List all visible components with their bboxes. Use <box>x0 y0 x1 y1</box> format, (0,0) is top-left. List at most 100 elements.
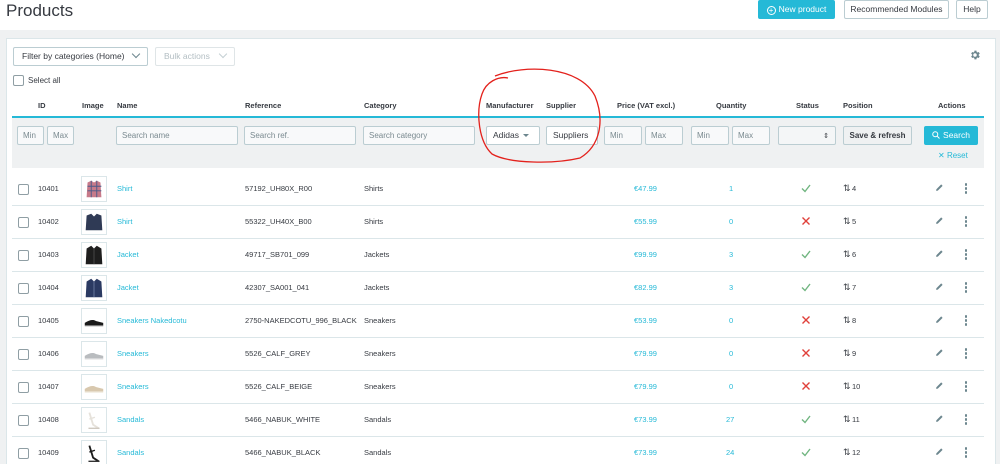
table-row[interactable]: 10408 Sandals 5466_NABUK_WHITE Sandals €73.9… <box>12 404 984 437</box>
product-quantity[interactable]: 3 <box>729 283 733 292</box>
new-product-button[interactable]: + New product <box>758 0 835 19</box>
product-name-link[interactable]: Jacket <box>117 283 139 292</box>
pencil-icon[interactable] <box>935 249 944 258</box>
row-checkbox[interactable] <box>18 382 29 393</box>
col-position[interactable]: Position <box>843 101 873 110</box>
table-row[interactable]: 10402 Shirt 55322_UH40X_B00 Shirts €55.99 0 ⇅ 5 <box>12 206 984 239</box>
more-actions-icon[interactable] <box>964 447 968 459</box>
save-refresh-button[interactable]: Save & refresh <box>843 126 912 145</box>
check-icon[interactable] <box>801 447 811 457</box>
status-select[interactable]: ⇕ <box>778 126 836 145</box>
search-button[interactable]: Search <box>924 126 978 145</box>
product-price[interactable]: €55.99 <box>634 217 657 226</box>
select-all-checkbox[interactable] <box>13 75 24 86</box>
row-checkbox[interactable] <box>18 217 29 228</box>
recommended-modules-button[interactable]: Recommended Modules <box>844 0 949 19</box>
drag-sort-icon[interactable]: ⇅ <box>843 282 851 293</box>
col-id[interactable]: ID <box>38 101 46 110</box>
check-icon[interactable] <box>801 249 811 259</box>
drag-sort-icon[interactable]: ⇅ <box>843 348 851 359</box>
more-actions-icon[interactable] <box>964 216 968 228</box>
check-icon[interactable] <box>801 183 811 193</box>
drag-sort-icon[interactable]: ⇅ <box>843 183 851 194</box>
product-quantity[interactable]: 0 <box>729 217 733 226</box>
quantity-max-input[interactable]: Max <box>732 126 770 145</box>
name-search-input[interactable]: Search name <box>116 126 238 145</box>
product-price[interactable]: €79.99 <box>634 382 657 391</box>
more-actions-icon[interactable] <box>964 348 968 360</box>
drag-sort-icon[interactable]: ⇅ <box>843 249 851 260</box>
x-icon[interactable] <box>801 315 811 325</box>
col-price[interactable]: Price (VAT excl.) <box>617 101 675 110</box>
table-row[interactable]: 10409 Sandals 5466_NABUK_BLACK Sandals €73.9… <box>12 437 984 464</box>
product-name-link[interactable]: Jacket <box>117 250 139 259</box>
table-row[interactable]: 10403 Jacket 49717_SB701_099 Jackets €99.99 3… <box>12 239 984 272</box>
product-name-link[interactable]: Sneakers <box>117 382 149 391</box>
row-checkbox[interactable] <box>18 448 29 459</box>
product-quantity[interactable]: 0 <box>729 349 733 358</box>
drag-sort-icon[interactable]: ⇅ <box>843 447 851 458</box>
pencil-icon[interactable] <box>935 381 944 390</box>
filter-categories-dropdown[interactable]: Filter by categories (Home) <box>13 47 148 66</box>
more-actions-icon[interactable] <box>964 414 968 426</box>
product-name-link[interactable]: Shirt <box>117 184 132 193</box>
id-max-input[interactable]: Max <box>47 126 74 145</box>
more-actions-icon[interactable] <box>964 249 968 261</box>
product-price[interactable]: €73.99 <box>634 448 657 457</box>
pencil-icon[interactable] <box>935 348 944 357</box>
table-row[interactable]: 10401 Shirt 57192_UH80X_R00 Shirts €47.99 1 ⇅ 4 <box>12 173 984 206</box>
pencil-icon[interactable] <box>935 447 944 456</box>
drag-sort-icon[interactable]: ⇅ <box>843 315 851 326</box>
product-price[interactable]: €79.99 <box>634 349 657 358</box>
drag-sort-icon[interactable]: ⇅ <box>843 216 851 227</box>
col-quantity[interactable]: Quantity <box>716 101 746 110</box>
check-icon[interactable] <box>801 414 811 424</box>
row-checkbox[interactable] <box>18 316 29 327</box>
product-quantity[interactable]: 27 <box>726 415 734 424</box>
product-price[interactable]: €99.99 <box>634 250 657 259</box>
product-price[interactable]: €47.99 <box>634 184 657 193</box>
table-row[interactable]: 10407 Sneakers 5526_CALF_BEIGE Sneakers €79.… <box>12 371 984 404</box>
drag-sort-icon[interactable]: ⇅ <box>843 414 851 425</box>
product-price[interactable]: €73.99 <box>634 415 657 424</box>
product-price[interactable]: €53.99 <box>634 316 657 325</box>
product-quantity[interactable]: 3 <box>729 250 733 259</box>
table-row[interactable]: 10405 Sneakers Nakedcotu 2750-NAKEDCOTU_99… <box>12 305 984 338</box>
row-checkbox[interactable] <box>18 250 29 261</box>
more-actions-icon[interactable] <box>964 315 968 327</box>
row-checkbox[interactable] <box>18 283 29 294</box>
reference-search-input[interactable]: Search ref. <box>244 126 356 145</box>
product-quantity[interactable]: 1 <box>729 184 733 193</box>
more-actions-icon[interactable] <box>964 183 968 195</box>
bulk-actions-dropdown[interactable]: Bulk actions <box>155 47 235 66</box>
pencil-icon[interactable] <box>935 315 944 324</box>
id-min-input[interactable]: Min <box>17 126 44 145</box>
col-name[interactable]: Name <box>117 101 137 110</box>
product-name-link[interactable]: Shirt <box>117 217 132 226</box>
product-quantity[interactable]: 24 <box>726 448 734 457</box>
col-category[interactable]: Category <box>364 101 397 110</box>
pencil-icon[interactable] <box>935 414 944 423</box>
more-actions-icon[interactable] <box>964 282 968 294</box>
more-actions-icon[interactable] <box>964 381 968 393</box>
product-price[interactable]: €82.99 <box>634 283 657 292</box>
product-name-link[interactable]: Sneakers Nakedcotu <box>117 316 187 325</box>
x-icon[interactable] <box>801 381 811 391</box>
row-checkbox[interactable] <box>18 415 29 426</box>
x-icon[interactable] <box>801 348 811 358</box>
product-quantity[interactable]: 0 <box>729 316 733 325</box>
check-icon[interactable] <box>801 282 811 292</box>
row-checkbox[interactable] <box>18 184 29 195</box>
x-icon[interactable] <box>801 216 811 226</box>
product-name-link[interactable]: Sandals <box>117 415 144 424</box>
row-checkbox[interactable] <box>18 349 29 360</box>
pencil-icon[interactable] <box>935 183 944 192</box>
col-status[interactable]: Status <box>796 101 819 110</box>
drag-sort-icon[interactable]: ⇅ <box>843 381 851 392</box>
pencil-icon[interactable] <box>935 282 944 291</box>
category-search-input[interactable]: Search category <box>363 126 475 145</box>
gear-icon[interactable] <box>969 49 981 61</box>
product-name-link[interactable]: Sneakers <box>117 349 149 358</box>
pencil-icon[interactable] <box>935 216 944 225</box>
col-reference[interactable]: Reference <box>245 101 281 110</box>
